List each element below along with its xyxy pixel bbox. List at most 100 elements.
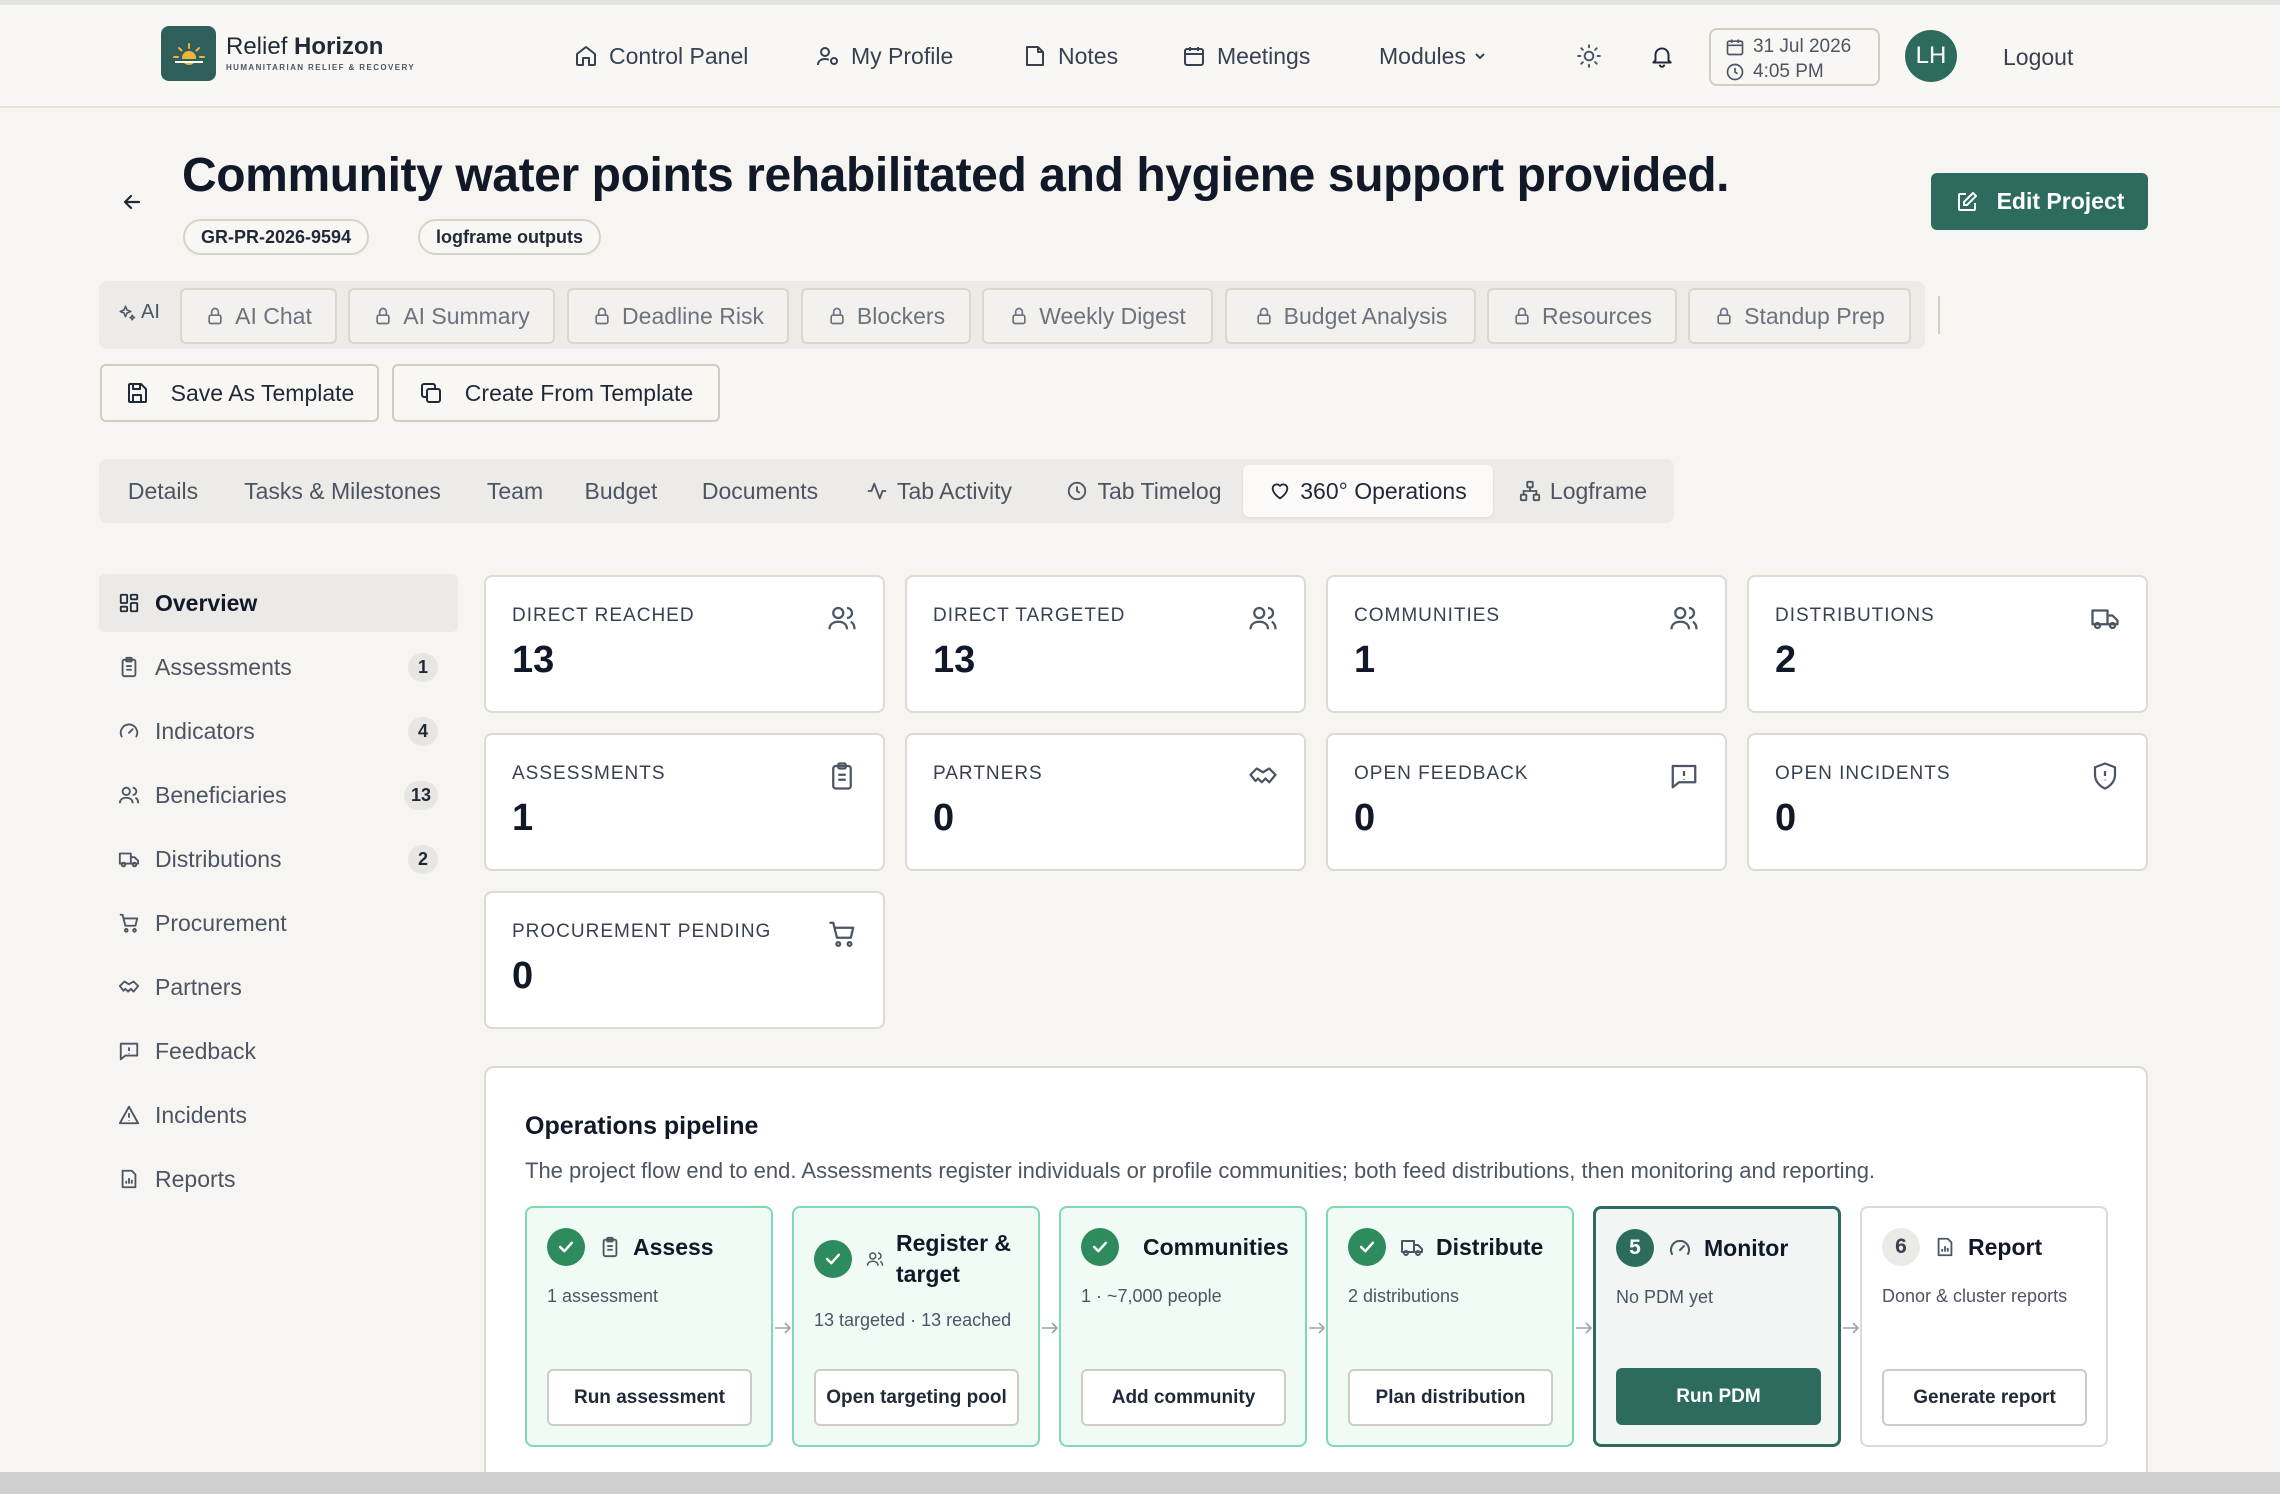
brand-tagline: HUMANITARIAN RELIEF & RECOVERY xyxy=(226,63,416,72)
sidebar-item-label: Incidents xyxy=(155,1101,248,1128)
stat-label: OPEN FEEDBACK xyxy=(1354,763,1529,784)
sidebar-item-label: Feedback xyxy=(155,1037,257,1064)
ai-label: AI xyxy=(118,301,160,324)
ai-chip-ai-summary[interactable]: AI Summary xyxy=(348,288,555,344)
users-icon xyxy=(118,786,140,804)
stat-label: OPEN INCIDENTS xyxy=(1775,763,1951,784)
notifications-button[interactable] xyxy=(1640,34,1684,78)
logout-link[interactable]: Logout xyxy=(2003,44,2073,71)
project-title: Community water points rehabilitated and… xyxy=(182,149,1730,202)
sidebar-item-reports[interactable]: Reports xyxy=(99,1150,458,1208)
stat-label: DIRECT REACHED xyxy=(512,605,695,626)
stat-label: COMMUNITIES xyxy=(1354,605,1501,626)
home-icon xyxy=(576,46,596,66)
stat-value: 13 xyxy=(512,639,555,681)
ai-chip-label: AI Chat xyxy=(235,302,312,329)
stat-label: PROCUREMENT PENDING xyxy=(512,921,772,942)
sidebar-item-assessments[interactable]: Assessments 1 xyxy=(99,638,458,696)
run-assessment-button[interactable]: Run assessment xyxy=(547,1369,752,1426)
tab-activity[interactable]: Tab Activity xyxy=(849,465,1029,517)
sun-icon xyxy=(1577,44,1601,68)
ai-chip-standup-prep[interactable]: Standup Prep xyxy=(1688,288,1911,344)
tab-details[interactable]: Details xyxy=(108,465,218,517)
count-badge: 1 xyxy=(408,653,438,682)
clipboard-icon xyxy=(121,656,137,678)
pipeline-step-communities: Communities 1 · ~7,000 people Add commun… xyxy=(1059,1206,1307,1447)
ai-chip-label: Budget Analysis xyxy=(1283,302,1448,329)
run-pdm-button[interactable]: Run PDM xyxy=(1616,1368,1821,1425)
sidebar-item-indicators[interactable]: Indicators 4 xyxy=(99,702,458,760)
sidebar-item-overview[interactable]: Overview xyxy=(99,574,458,632)
step-number: 6 xyxy=(1882,1228,1920,1266)
arrow-left-icon xyxy=(123,194,141,210)
lock-icon xyxy=(830,307,844,325)
create-from-template-button[interactable]: Create From Template xyxy=(392,364,720,422)
ai-chip-budget-analysis[interactable]: Budget Analysis xyxy=(1225,288,1476,344)
clock-icon xyxy=(1726,63,1744,80)
sidebar-item-feedback[interactable]: Feedback xyxy=(99,1022,458,1080)
theme-toggle-button[interactable] xyxy=(1567,34,1611,78)
cart-icon xyxy=(119,913,139,933)
sidebar-item-beneficiaries[interactable]: Beneficiaries 13 xyxy=(99,766,458,824)
sidebar-item-label: Distributions xyxy=(155,845,282,872)
tab-360-operations[interactable]: 360° Operations xyxy=(1243,465,1493,517)
nav-modules-dropdown[interactable]: Modules xyxy=(1367,30,1499,82)
sidebar-item-label: Beneficiaries xyxy=(155,781,287,808)
copy-icon xyxy=(420,383,441,403)
open-targeting-pool-button[interactable]: Open targeting pool xyxy=(814,1369,1019,1426)
tab-team[interactable]: Team xyxy=(469,465,561,517)
nav-meetings[interactable]: Meetings xyxy=(1170,30,1322,82)
ai-chip-label: Blockers xyxy=(856,302,946,329)
sidebar-item-incidents[interactable]: Incidents xyxy=(99,1086,458,1144)
save-as-template-button[interactable]: Save As Template xyxy=(100,364,379,422)
sidebar-item-procurement[interactable]: Procurement xyxy=(99,894,458,952)
arrow-right-icon xyxy=(1309,1322,1326,1334)
step-number: 5 xyxy=(1616,1229,1654,1267)
add-community-button[interactable]: Add community xyxy=(1081,1369,1286,1426)
check-icon xyxy=(1081,1228,1119,1266)
message-alert-icon xyxy=(119,1042,139,1061)
report-icon xyxy=(121,1169,137,1189)
sidebar-item-distributions[interactable]: Distributions 2 xyxy=(99,830,458,888)
sidebar-item-label: Overview xyxy=(155,589,258,616)
edit-project-button[interactable]: Edit Project xyxy=(1931,173,2148,230)
tab-timelog[interactable]: Tab Timelog xyxy=(1047,465,1241,517)
ai-chip-resources[interactable]: Resources xyxy=(1487,288,1677,344)
lock-icon xyxy=(1012,307,1026,325)
tab-label: Tab Activity xyxy=(896,477,1013,504)
shield-alert-icon xyxy=(2093,762,2117,790)
sidebar-item-label: Reports xyxy=(155,1165,236,1192)
plan-distribution-button[interactable]: Plan distribution xyxy=(1348,1369,1553,1426)
back-button[interactable] xyxy=(115,185,149,219)
tab-logframe[interactable]: Logframe xyxy=(1505,465,1661,517)
nav-notes[interactable]: Notes xyxy=(1011,30,1130,82)
sidebar-item-label: Indicators xyxy=(155,717,255,744)
nav-my-profile[interactable]: My Profile xyxy=(804,30,965,82)
nav-control-panel[interactable]: Control Panel xyxy=(562,30,760,82)
generate-report-button[interactable]: Generate report xyxy=(1882,1369,2087,1426)
step-name: Report xyxy=(1968,1233,2043,1260)
tab-tasks-milestones[interactable]: Tasks & Milestones xyxy=(228,465,457,517)
ai-chip-weekly-digest[interactable]: Weekly Digest xyxy=(982,288,1213,344)
ai-chip-ai-chat[interactable]: AI Chat xyxy=(180,288,337,344)
brand-logo[interactable]: Relief Horizon HUMANITARIAN RELIEF & REC… xyxy=(161,26,415,81)
tab-label: Documents xyxy=(701,477,819,504)
user-avatar[interactable]: LH xyxy=(1905,30,1957,82)
step-status-text: 2 distributions xyxy=(1348,1286,1460,1306)
tab-documents[interactable]: Documents xyxy=(686,465,834,517)
ai-chip-label: Standup Prep xyxy=(1744,302,1885,329)
stat-label: DISTRIBUTIONS xyxy=(1775,605,1935,626)
tab-budget[interactable]: Budget xyxy=(570,465,672,517)
tab-label: Tab Timelog xyxy=(1097,477,1222,504)
ai-chip-deadline-risk[interactable]: Deadline Risk xyxy=(567,288,789,344)
users-icon xyxy=(1249,606,1277,630)
ai-chip-blockers[interactable]: Blockers xyxy=(801,288,971,344)
stat-card-direct-targeted: DIRECT TARGETED 13 xyxy=(905,575,1306,713)
count-badge: 13 xyxy=(403,781,438,810)
tab-label: Team xyxy=(486,477,544,504)
stat-value: 0 xyxy=(1775,797,1797,839)
nav-label: Notes xyxy=(1058,42,1119,69)
sidebar-item-partners[interactable]: Partners xyxy=(99,958,458,1016)
users-icon xyxy=(866,1252,884,1266)
stat-value: 2 xyxy=(1775,639,1797,681)
